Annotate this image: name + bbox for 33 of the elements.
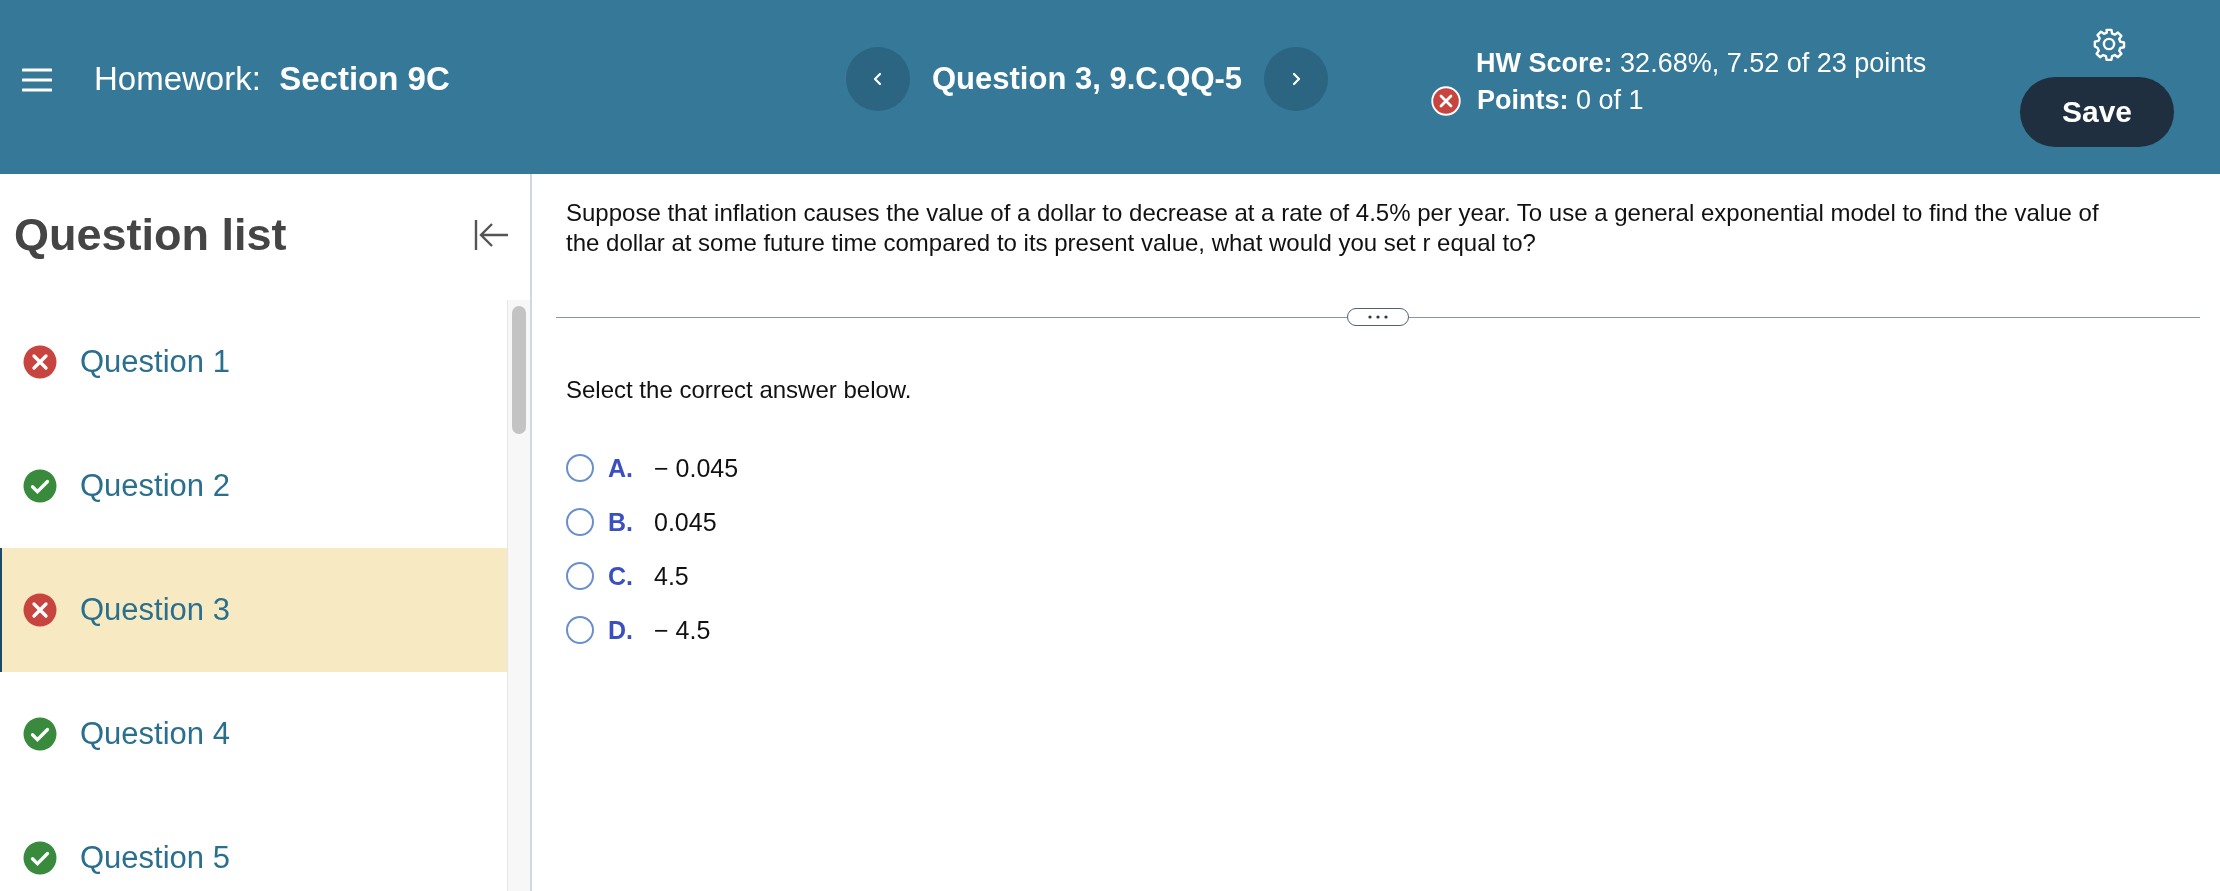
question-item[interactable]: Question 1 <box>0 300 507 424</box>
settings-icon[interactable] <box>2092 27 2126 61</box>
radio-button[interactable] <box>566 562 594 590</box>
more-button[interactable] <box>1347 308 1409 326</box>
question-item[interactable]: Question 5 <box>0 796 507 891</box>
option-letter: C. <box>608 561 634 591</box>
radio-button[interactable] <box>566 508 594 536</box>
sidebar-title: Question list <box>14 208 287 261</box>
question-item[interactable]: Question 4 <box>0 672 507 796</box>
chevron-right-icon <box>1290 71 1303 87</box>
question-item[interactable]: Question 3 <box>0 548 507 672</box>
homework-title: Homework: Section 9C <box>94 60 451 98</box>
radio-button[interactable] <box>566 616 594 644</box>
points-score: Points: 0 of 1 <box>1477 85 1644 116</box>
option-letter: A. <box>608 453 634 483</box>
option-letter: B. <box>608 507 634 537</box>
save-button[interactable]: Save <box>2020 77 2174 147</box>
collapse-icon[interactable] <box>474 218 510 251</box>
question-title: Question 3, 9.C.QQ-5 <box>932 61 1243 97</box>
option-text: 4.5 <box>654 561 689 591</box>
option-letter: D. <box>608 615 634 645</box>
scrollbar-thumb[interactable] <box>512 306 526 434</box>
instruction-text: Select the correct answer below. <box>566 376 913 404</box>
option-text: − 4.5 <box>654 615 711 645</box>
chevron-left-icon <box>872 71 884 87</box>
menu-icon[interactable] <box>22 68 52 92</box>
hw-score: HW Score: 32.68%, 7.52 of 23 points <box>1476 48 1927 79</box>
option-text: 0.045 <box>654 507 717 537</box>
question-prompt: Suppose that inflation causes the value of a dollar to decrease at a rate of 4.5% per year. To use a general exponential model to find the value of the dollar at some future time compared to its present value, what would you set r equal to? <box>566 198 2100 258</box>
radio-button[interactable] <box>566 454 594 482</box>
question-item[interactable]: Question 2 <box>0 424 507 548</box>
option-text: − 0.045 <box>654 453 739 483</box>
ellipsis-icon <box>1366 314 1390 320</box>
